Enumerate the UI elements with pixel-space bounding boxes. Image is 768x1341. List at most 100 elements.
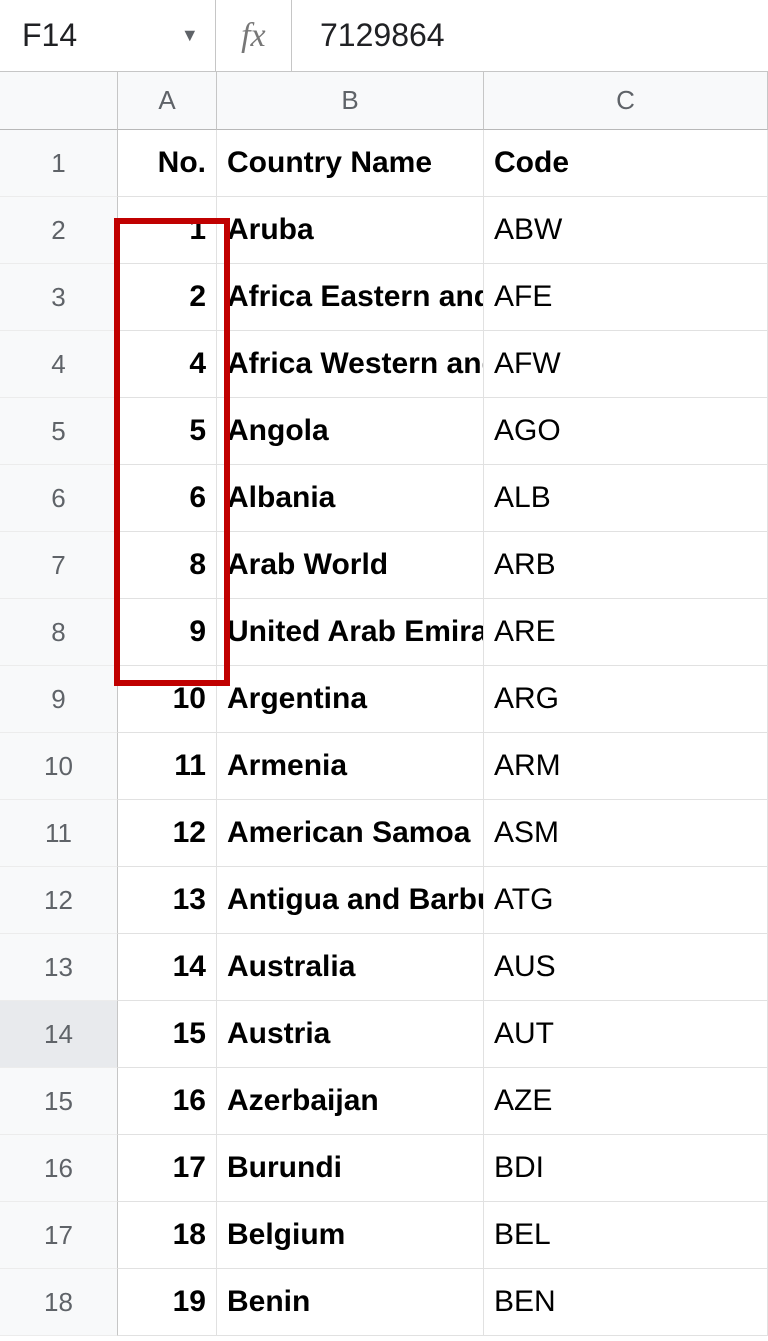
row-headers: 123456789101112131415161718 <box>0 130 118 1336</box>
row-header-11[interactable]: 11 <box>0 800 118 867</box>
cell-A7[interactable]: 8 <box>118 532 217 599</box>
cell-C15[interactable]: AZE <box>484 1068 768 1135</box>
column-header-A[interactable]: A <box>118 72 217 130</box>
cell-C3[interactable]: AFE <box>484 264 768 331</box>
row-header-12[interactable]: 12 <box>0 867 118 934</box>
column-header-C[interactable]: C <box>484 72 768 130</box>
cell-C6[interactable]: ALB <box>484 465 768 532</box>
row-header-9[interactable]: 9 <box>0 666 118 733</box>
row-header-13[interactable]: 13 <box>0 934 118 1001</box>
cell-A6[interactable]: 6 <box>118 465 217 532</box>
row-header-15[interactable]: 15 <box>0 1068 118 1135</box>
cell-A14[interactable]: 15 <box>118 1001 217 1068</box>
row-8: 9United Arab EmiratesARE <box>118 599 768 666</box>
cell-B3[interactable]: Africa Eastern and Southern <box>217 264 484 331</box>
name-box-value: F14 <box>22 17 77 54</box>
cell-A13[interactable]: 14 <box>118 934 217 1001</box>
row-4: 4Africa Western and CentralAFW <box>118 331 768 398</box>
row-14: 15AustriaAUT <box>118 1001 768 1068</box>
row-header-17[interactable]: 17 <box>0 1202 118 1269</box>
cell-B8[interactable]: United Arab Emirates <box>217 599 484 666</box>
cell-B6[interactable]: Albania <box>217 465 484 532</box>
cell-A9[interactable]: 10 <box>118 666 217 733</box>
column-headers: ABC <box>118 72 768 130</box>
column-header-B[interactable]: B <box>217 72 484 130</box>
row-header-2[interactable]: 2 <box>0 197 118 264</box>
row-header-3[interactable]: 3 <box>0 264 118 331</box>
row-17: 18BelgiumBEL <box>118 1202 768 1269</box>
cell-B2[interactable]: Aruba <box>217 197 484 264</box>
cell-B17[interactable]: Belgium <box>217 1202 484 1269</box>
row-9: 10ArgentinaARG <box>118 666 768 733</box>
row-header-5[interactable]: 5 <box>0 398 118 465</box>
fx-label[interactable]: fx <box>216 0 292 71</box>
cell-C2[interactable]: ABW <box>484 197 768 264</box>
cell-A10[interactable]: 11 <box>118 733 217 800</box>
cell-A1[interactable]: No. <box>118 130 217 197</box>
formula-bar: F14 ▼ fx <box>0 0 768 72</box>
cell-C1[interactable]: Code <box>484 130 768 197</box>
formula-input[interactable] <box>292 0 768 71</box>
row-header-10[interactable]: 10 <box>0 733 118 800</box>
row-3: 2Africa Eastern and SouthernAFE <box>118 264 768 331</box>
cell-A2[interactable]: 1 <box>118 197 217 264</box>
cell-A5[interactable]: 5 <box>118 398 217 465</box>
cell-C8[interactable]: ARE <box>484 599 768 666</box>
cell-A12[interactable]: 13 <box>118 867 217 934</box>
cell-A15[interactable]: 16 <box>118 1068 217 1135</box>
cell-B1[interactable]: Country Name <box>217 130 484 197</box>
cell-B13[interactable]: Australia <box>217 934 484 1001</box>
cells-area: No.Country NameCode1ArubaABW2Africa East… <box>118 130 768 1336</box>
row-2: 1ArubaABW <box>118 197 768 264</box>
name-box-dropdown-icon[interactable]: ▼ <box>181 25 199 46</box>
cell-B16[interactable]: Burundi <box>217 1135 484 1202</box>
row-11: 12American SamoaASM <box>118 800 768 867</box>
cell-C12[interactable]: ATG <box>484 867 768 934</box>
cell-C7[interactable]: ARB <box>484 532 768 599</box>
cell-C14[interactable]: AUT <box>484 1001 768 1068</box>
cell-B5[interactable]: Angola <box>217 398 484 465</box>
select-all-corner[interactable] <box>0 72 118 130</box>
row-header-1[interactable]: 1 <box>0 130 118 197</box>
row-1: No.Country NameCode <box>118 130 768 197</box>
cell-B10[interactable]: Armenia <box>217 733 484 800</box>
cell-C18[interactable]: BEN <box>484 1269 768 1336</box>
cell-B14[interactable]: Austria <box>217 1001 484 1068</box>
row-header-8[interactable]: 8 <box>0 599 118 666</box>
name-box[interactable]: F14 ▼ <box>0 0 216 71</box>
row-header-16[interactable]: 16 <box>0 1135 118 1202</box>
row-18: 19BeninBEN <box>118 1269 768 1336</box>
cell-A17[interactable]: 18 <box>118 1202 217 1269</box>
cell-B15[interactable]: Azerbaijan <box>217 1068 484 1135</box>
row-header-7[interactable]: 7 <box>0 532 118 599</box>
row-5: 5AngolaAGO <box>118 398 768 465</box>
cell-B18[interactable]: Benin <box>217 1269 484 1336</box>
cell-B7[interactable]: Arab World <box>217 532 484 599</box>
row-13: 14AustraliaAUS <box>118 934 768 1001</box>
cell-C4[interactable]: AFW <box>484 331 768 398</box>
cell-C13[interactable]: AUS <box>484 934 768 1001</box>
cell-A3[interactable]: 2 <box>118 264 217 331</box>
cell-C17[interactable]: BEL <box>484 1202 768 1269</box>
row-header-4[interactable]: 4 <box>0 331 118 398</box>
cell-A16[interactable]: 17 <box>118 1135 217 1202</box>
cell-B9[interactable]: Argentina <box>217 666 484 733</box>
cell-B4[interactable]: Africa Western and Central <box>217 331 484 398</box>
row-header-18[interactable]: 18 <box>0 1269 118 1336</box>
cell-A4[interactable]: 4 <box>118 331 217 398</box>
cell-C9[interactable]: ARG <box>484 666 768 733</box>
cell-C10[interactable]: ARM <box>484 733 768 800</box>
row-15: 16AzerbaijanAZE <box>118 1068 768 1135</box>
row-16: 17BurundiBDI <box>118 1135 768 1202</box>
cell-A11[interactable]: 12 <box>118 800 217 867</box>
cell-B12[interactable]: Antigua and Barbuda <box>217 867 484 934</box>
cell-B11[interactable]: American Samoa <box>217 800 484 867</box>
cell-A18[interactable]: 19 <box>118 1269 217 1336</box>
cell-A8[interactable]: 9 <box>118 599 217 666</box>
row-7: 8Arab WorldARB <box>118 532 768 599</box>
row-header-6[interactable]: 6 <box>0 465 118 532</box>
cell-C11[interactable]: ASM <box>484 800 768 867</box>
cell-C16[interactable]: BDI <box>484 1135 768 1202</box>
cell-C5[interactable]: AGO <box>484 398 768 465</box>
row-header-14[interactable]: 14 <box>0 1001 118 1068</box>
